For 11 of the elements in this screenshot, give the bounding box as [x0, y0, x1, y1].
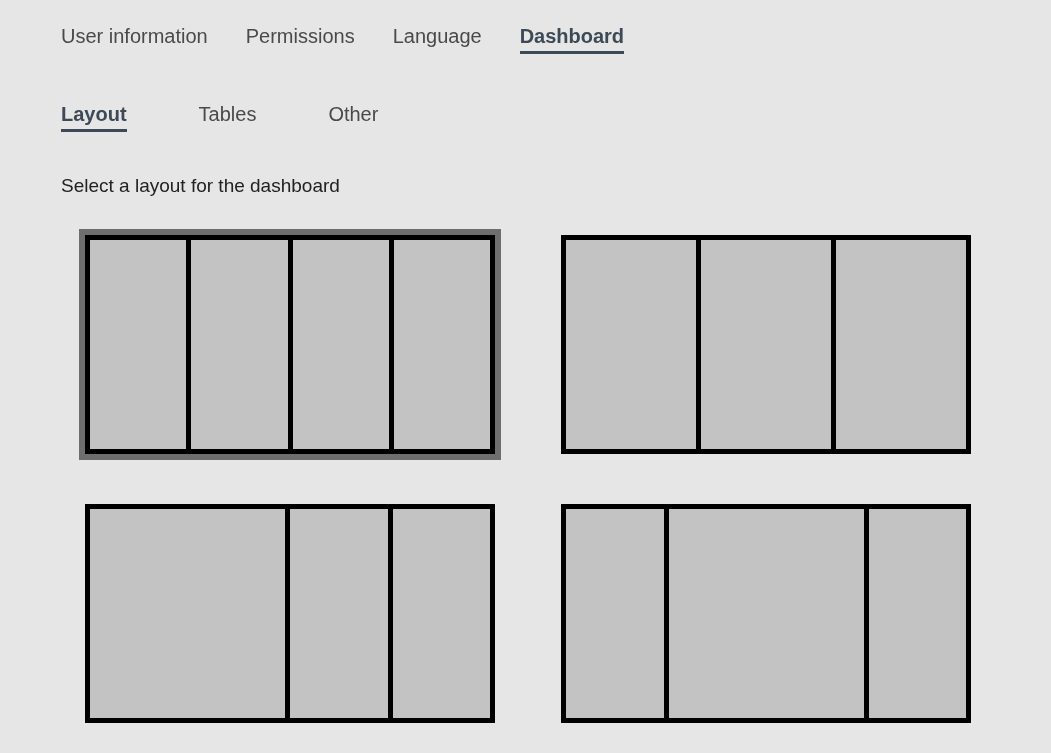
instruction-text: Select a layout for the dashboard	[61, 174, 341, 198]
tab[interactable]: Permissions	[245, 24, 355, 54]
layout-option[interactable]	[561, 234, 971, 454]
subtab[interactable]: Tables	[198, 102, 257, 132]
tab[interactable]: User information	[61, 24, 208, 54]
layout-option[interactable]	[561, 503, 971, 723]
tab[interactable]: Dashboard	[519, 24, 625, 54]
layout-option[interactable]	[85, 503, 495, 723]
tab[interactable]: Language	[392, 24, 482, 54]
subtab[interactable]: Layout	[61, 102, 127, 132]
subtab[interactable]: Other	[328, 102, 379, 132]
